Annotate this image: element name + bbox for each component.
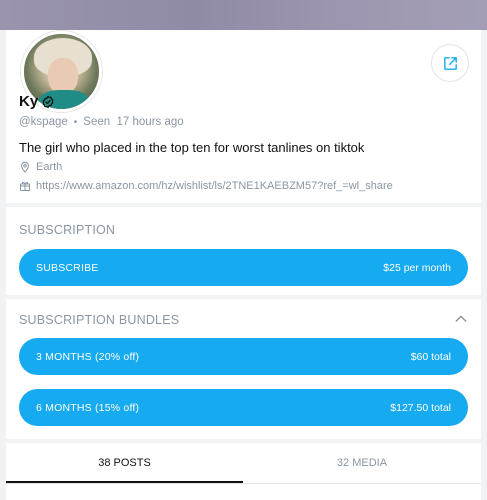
share-icon [443,56,457,70]
tab-media[interactable]: 32 MEDIA [243,443,481,483]
content-tabs: 38 POSTS 32 MEDIA [6,443,481,500]
location-row: Earth [19,161,62,173]
chevron-up-icon[interactable] [453,311,469,327]
subscribe-label: SUBSCRIBE [36,261,99,274]
bundle-label: 3 MONTHS (20% off) [36,350,140,363]
gift-link-icon [20,181,30,191]
active-tab-indicator [6,481,243,483]
profile-link[interactable]: https://www.amazon.com/hz/wishlist/ls/2T… [36,180,393,192]
profile-location: Earth [36,161,63,173]
profile-bio: The girl who placed in the top ten for w… [19,140,365,155]
link-row[interactable]: https://www.amazon.com/hz/wishlist/ls/2T… [19,180,393,192]
bundles-card: SUBSCRIPTION BUNDLES 3 MONTHS (20% off) … [6,299,481,439]
profile-banner [0,0,487,30]
separator-dot: • [73,116,78,128]
handle-row: @kspage • Seen 17 hours ago [19,116,184,128]
subscription-card: SUBSCRIPTION SUBSCRIBE $25 per month [6,207,481,295]
verified-icon [42,95,54,108]
tab-posts[interactable]: 38 POSTS [6,443,243,483]
profile-card: Ky @kspage • Seen 17 hours ago The girl … [6,30,481,203]
subscription-title: SUBSCRIPTION [19,223,116,237]
profile-handle: @kspage [19,116,68,128]
bundle-6-months-button[interactable]: 6 MONTHS (15% off) $127.50 total [19,389,468,426]
bundle-3-months-button[interactable]: 3 MONTHS (20% off) $60 total [19,338,468,375]
bundle-price: $127.50 total [390,401,451,414]
tab-divider [6,483,481,484]
subscribe-price: $25 per month [383,261,451,274]
subscribe-button[interactable]: SUBSCRIBE $25 per month [19,249,468,286]
bundle-label: 6 MONTHS (15% off) [36,401,140,414]
location-pin-icon [21,161,29,173]
bundle-price: $60 total [410,350,451,363]
bundles-title: SUBSCRIPTION BUNDLES [19,313,180,327]
profile-name: Ky [19,93,39,110]
name-row: Ky [19,93,55,110]
share-button[interactable] [431,44,469,82]
last-seen: Seen 17 hours ago [83,116,184,128]
